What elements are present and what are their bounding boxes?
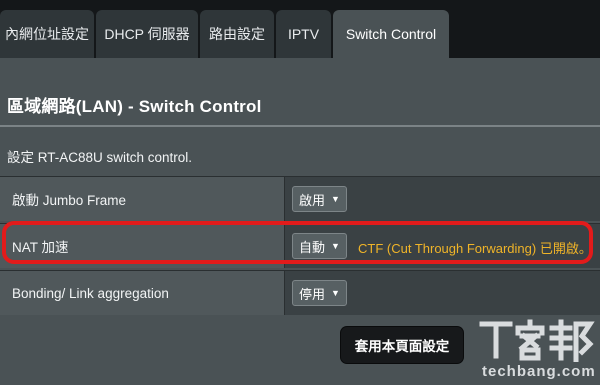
watermark: techbang.com: [478, 318, 596, 380]
tab-dhcp-server[interactable]: DHCP 伺服器: [96, 10, 198, 58]
tab-label: 路由設定: [209, 26, 265, 42]
tab-iptv[interactable]: IPTV: [276, 10, 331, 58]
watermark-text: techbang.com: [482, 363, 596, 380]
jumbo-frame-select[interactable]: 啟用 ▼: [292, 186, 347, 212]
page-title: 區域網路(LAN) - Switch Control: [7, 97, 262, 116]
setting-label: 啟動 Jumbo Frame: [0, 177, 285, 221]
tab-route[interactable]: 路由設定: [200, 10, 274, 58]
setting-row-nat-acceleration: NAT 加速 自動 ▼ CTF (Cut Through Forwarding)…: [0, 223, 600, 268]
tab-switch-control[interactable]: Switch Control: [333, 10, 449, 58]
bonding-select[interactable]: 停用 ▼: [292, 280, 347, 306]
tab-label: DHCP 伺服器: [104, 26, 190, 42]
apply-settings-button[interactable]: 套用本頁面設定: [341, 327, 463, 363]
setting-row-bonding: Bonding/ Link aggregation 停用 ▼: [0, 270, 600, 315]
dropdown-arrow-icon: ▼: [331, 241, 340, 251]
ctf-status-note: CTF (Cut Through Forwarding) 已開啟。: [358, 241, 592, 256]
title-divider: [0, 125, 600, 127]
nat-acceleration-select[interactable]: 自動 ▼: [292, 233, 347, 259]
tab-label: 內網位址設定: [5, 26, 89, 42]
techbang-logo-icon: [479, 319, 595, 362]
settings-table: 啟動 Jumbo Frame 啟用 ▼ NAT 加速 自動 ▼ CTF (Cut…: [0, 176, 600, 316]
tab-label: IPTV: [287, 26, 320, 42]
setting-label: Bonding/ Link aggregation: [0, 271, 285, 315]
dropdown-arrow-icon: ▼: [331, 194, 340, 204]
tab-lan-ip[interactable]: 內網位址設定: [0, 10, 94, 58]
select-value: 停用: [299, 286, 326, 302]
select-value: 啟用: [299, 192, 326, 208]
tab-bar: 內網位址設定 DHCP 伺服器 路由設定 IPTV Switch Control: [0, 0, 600, 58]
dropdown-arrow-icon: ▼: [331, 288, 340, 298]
select-value: 自動: [299, 239, 326, 255]
page-description: 設定 RT-AC88U switch control.: [7, 150, 193, 165]
tab-label: Switch Control: [345, 26, 437, 42]
setting-label: NAT 加速: [0, 224, 285, 268]
setting-row-jumbo-frame: 啟動 Jumbo Frame 啟用 ▼: [0, 176, 600, 221]
